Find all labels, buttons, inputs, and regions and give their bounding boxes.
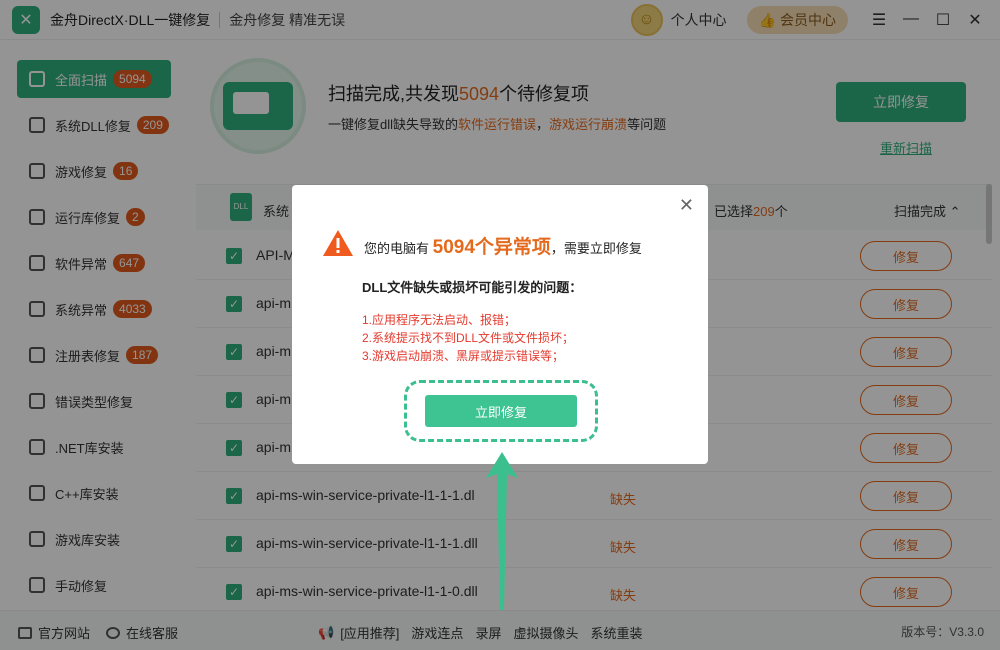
modal-fix-now-button[interactable]: 立即修复: [425, 395, 577, 427]
headline-post: ，需要立即修复: [550, 241, 642, 256]
issue-item: 1.应用程序无法启动、报错；: [362, 313, 517, 327]
modal-headline: 您的电脑有 5094个异常项，需要立即修复: [364, 232, 642, 259]
headline-count: 5094个异常项: [432, 237, 551, 258]
headline-pre: 您的电脑有: [364, 241, 430, 256]
close-icon[interactable]: ✕: [679, 195, 694, 216]
cta-highlight: 立即修复: [404, 380, 598, 442]
issue-item: 2.系统提示找不到DLL文件或文件损坏；: [362, 331, 575, 345]
modal-question: DLL文件缺失或损坏可能引发的问题：: [362, 280, 583, 295]
issue-item: 3.游戏启动崩溃、黑屏或提示错误等；: [362, 349, 565, 363]
pointer-arrow-icon: [486, 452, 518, 610]
warning-icon: [323, 230, 353, 256]
issue-list: 1.应用程序无法启动、报错； 2.系统提示找不到DLL文件或文件损坏； 3.游戏…: [362, 311, 574, 365]
repair-modal: ✕ 您的电脑有 5094个异常项，需要立即修复 DLL文件缺失或损坏可能引发的问…: [292, 185, 708, 464]
